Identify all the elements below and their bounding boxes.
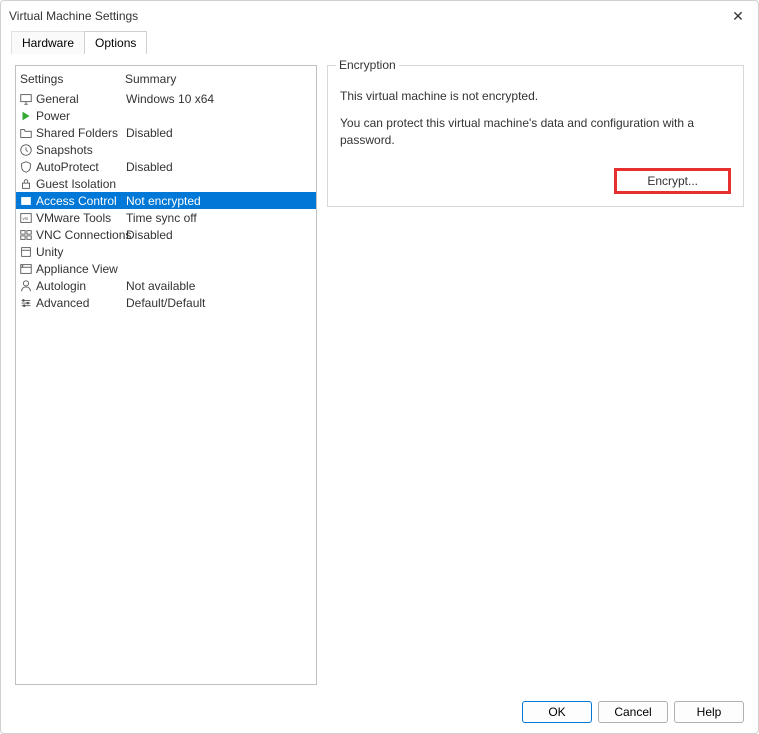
cancel-button[interactable]: Cancel (598, 701, 668, 723)
tab-options[interactable]: Options (84, 31, 147, 54)
row-summary: Disabled (126, 228, 314, 242)
groupbox-label: Encryption (336, 58, 399, 72)
row-name: AutoProtect (36, 160, 126, 174)
settings-list: Settings Summary General Windows 10 x64 … (15, 65, 317, 685)
settings-icon (18, 295, 34, 311)
row-summary: Not available (126, 279, 314, 293)
list-item-vnc-connections[interactable]: VNC Connections Disabled (16, 226, 316, 243)
row-name: Power (36, 109, 126, 123)
list-item-advanced[interactable]: Advanced Default/Default (16, 294, 316, 311)
monitor-icon (18, 91, 34, 107)
list-item-access-control[interactable]: Access Control Not encrypted (16, 192, 316, 209)
row-name: Access Control (36, 194, 126, 208)
list-item-guest-isolation[interactable]: Guest Isolation (16, 175, 316, 192)
list-item-vmware-tools[interactable]: vm VMware Tools Time sync off (16, 209, 316, 226)
encrypt-button-highlight: Encrypt... (614, 168, 731, 194)
list-item-power[interactable]: Power (16, 107, 316, 124)
list-item-shared-folders[interactable]: Shared Folders Disabled (16, 124, 316, 141)
encrypt-button[interactable]: Encrypt... (647, 174, 698, 188)
window-icon (18, 244, 34, 260)
right-panel: Encryption This virtual machine is not e… (327, 65, 744, 689)
play-icon (18, 108, 34, 124)
encryption-groupbox: Encryption This virtual machine is not e… (327, 65, 744, 207)
encryption-info: You can protect this virtual machine's d… (340, 115, 731, 149)
folder-icon (18, 125, 34, 141)
key-icon (18, 193, 34, 209)
header-summary: Summary (125, 72, 312, 86)
svg-text:vm: vm (23, 215, 29, 220)
window-title: Virtual Machine Settings (9, 9, 726, 23)
tab-hardware[interactable]: Hardware (11, 31, 85, 54)
list-item-unity[interactable]: Unity (16, 243, 316, 260)
row-summary: Disabled (126, 126, 314, 140)
row-name: Autologin (36, 279, 126, 293)
row-name: VNC Connections (36, 228, 126, 242)
row-name: Advanced (36, 296, 126, 310)
header-settings: Settings (20, 72, 125, 86)
row-name: VMware Tools (36, 211, 126, 225)
row-summary: Default/Default (126, 296, 314, 310)
content-area: Settings Summary General Windows 10 x64 … (1, 55, 758, 703)
list-item-autologin[interactable]: Autologin Not available (16, 277, 316, 294)
row-summary: Time sync off (126, 211, 314, 225)
encrypt-button-wrap: Encrypt... (340, 168, 731, 194)
row-name: General (36, 92, 126, 106)
list-item-autoprotect[interactable]: AutoProtect Disabled (16, 158, 316, 175)
user-icon (18, 278, 34, 294)
ok-button[interactable]: OK (522, 701, 592, 723)
list-item-appliance-view[interactable]: Appliance View (16, 260, 316, 277)
help-button[interactable]: Help (674, 701, 744, 723)
row-summary: Windows 10 x64 (126, 92, 314, 106)
titlebar: Virtual Machine Settings ✕ (1, 1, 758, 31)
row-name: Unity (36, 245, 126, 259)
row-name: Appliance View (36, 262, 126, 276)
vm-icon: vm (18, 210, 34, 226)
row-summary: Disabled (126, 160, 314, 174)
close-icon[interactable]: ✕ (726, 4, 750, 28)
row-name: Shared Folders (36, 126, 126, 140)
encryption-status: This virtual machine is not encrypted. (340, 88, 731, 105)
clock-icon (18, 142, 34, 158)
list-item-snapshots[interactable]: Snapshots (16, 141, 316, 158)
row-summary: Not encrypted (126, 194, 314, 208)
grid-icon (18, 227, 34, 243)
row-name: Snapshots (36, 143, 126, 157)
bottom-buttons: OK Cancel Help (522, 701, 744, 723)
row-name: Guest Isolation (36, 177, 126, 191)
tabs: Hardware Options (1, 31, 758, 55)
list-item-general[interactable]: General Windows 10 x64 (16, 90, 316, 107)
list-header: Settings Summary (16, 66, 316, 90)
shield-icon (18, 159, 34, 175)
browser-icon (18, 261, 34, 277)
lock-icon (18, 176, 34, 192)
